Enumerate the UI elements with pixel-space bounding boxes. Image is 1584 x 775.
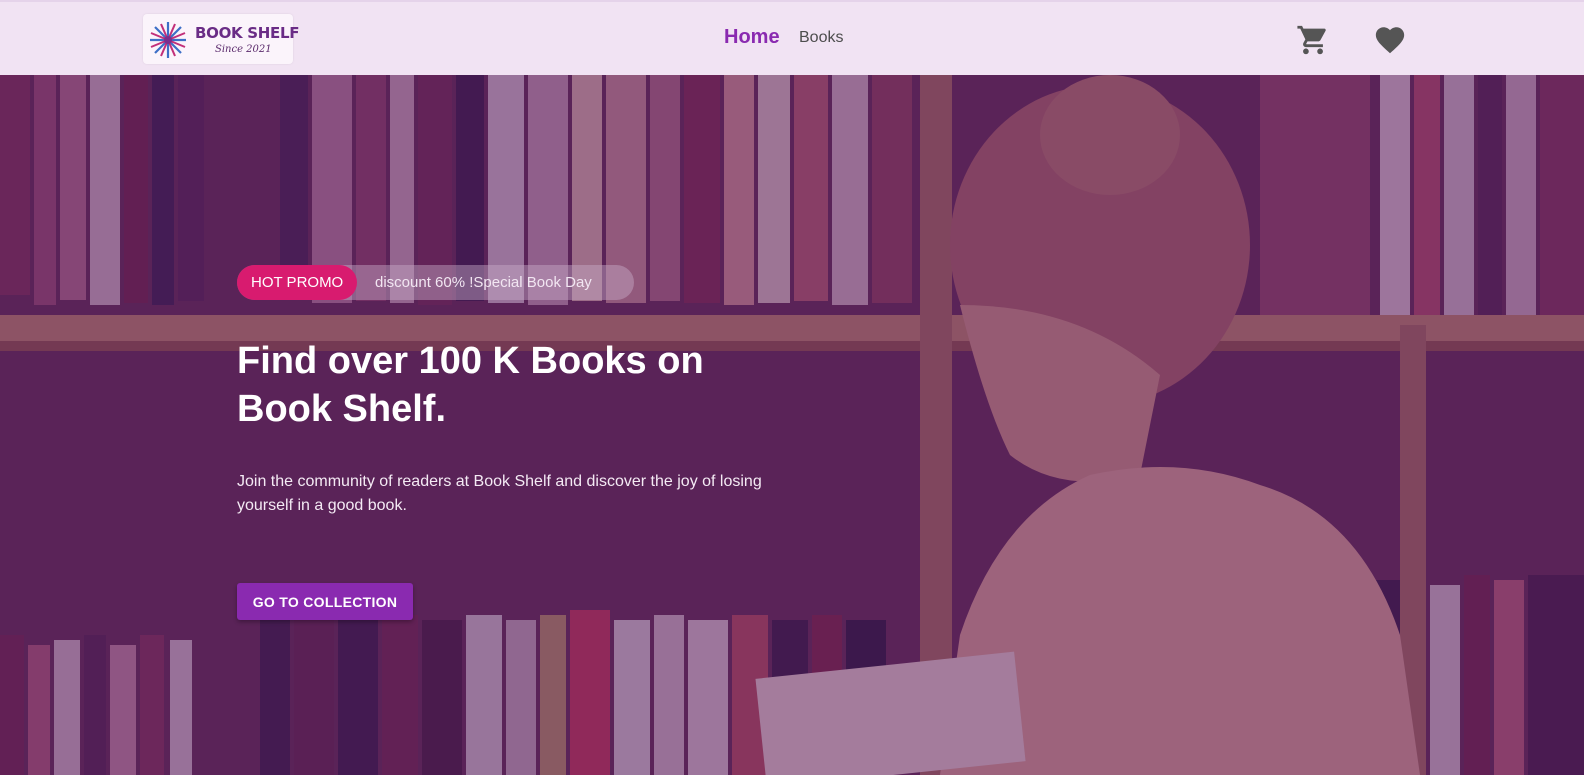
brand-tagline: Since 2021 [215,44,272,55]
hero-banner: HOT PROMO discount 60% !Special Book Day… [0,75,1584,775]
promo-text: discount 60% !Special Book Day [375,274,592,291]
hero-headline-line-1: Find over 100 K Books on [237,340,704,382]
top-navbar: BOOK SHELF Since 2021 Home Books [0,0,1584,75]
hero-subtext: Join the community of readers at Book Sh… [237,473,762,514]
hero-headline-line-2: Book Shelf. [237,388,447,430]
promo-pill: HOT PROMO discount 60% !Special Book Day [237,265,634,300]
logo-snowflake-icon [150,22,186,58]
nav-link-books[interactable]: Books [799,29,843,47]
cart-icon[interactable] [1295,22,1331,58]
hero-headline: Find over 100 K Books on Book Shelf. [237,337,757,433]
hot-promo-badge: HOT PROMO [237,265,358,300]
brand-name: BOOK SHELF [195,24,300,42]
heart-icon[interactable] [1372,22,1408,58]
go-to-collection-button[interactable]: GO TO COLLECTION [237,583,413,620]
nav-link-home[interactable]: Home [724,26,780,49]
brand-logo[interactable]: BOOK SHELF Since 2021 [143,14,300,64]
